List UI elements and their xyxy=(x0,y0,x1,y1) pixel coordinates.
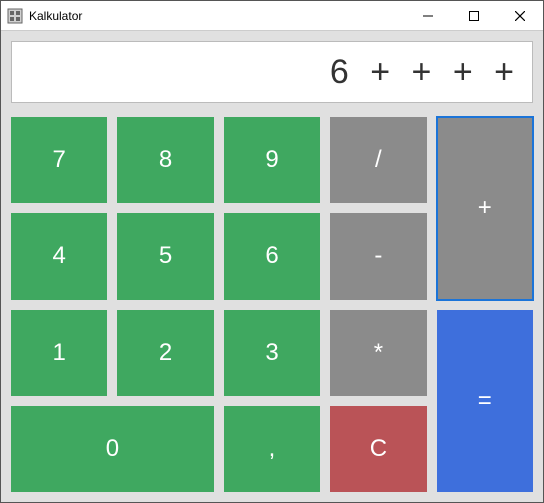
close-button[interactable] xyxy=(497,1,543,31)
digit-0-button[interactable]: 0 xyxy=(11,406,214,492)
comma-button[interactable]: , xyxy=(224,406,320,492)
minimize-button[interactable] xyxy=(405,1,451,31)
maximize-button[interactable] xyxy=(451,1,497,31)
window-title: Kalkulator xyxy=(29,9,82,23)
digit-7-button[interactable]: 7 xyxy=(11,117,107,203)
clear-button[interactable]: C xyxy=(330,406,426,492)
client-area: 6 + + + + 7 8 9 / + 4 5 6 - 1 2 3 * = 0 … xyxy=(1,31,543,502)
titlebar: Kalkulator xyxy=(1,1,543,31)
digit-3-button[interactable]: 3 xyxy=(224,310,320,396)
multiply-button[interactable]: * xyxy=(330,310,426,396)
display: 6 + + + + xyxy=(11,41,533,103)
button-grid: 7 8 9 / + 4 5 6 - 1 2 3 * = 0 , C xyxy=(11,117,533,492)
calculator-window: Kalkulator 6 + + + + 7 8 9 / + 4 5 6 - xyxy=(0,0,544,503)
divide-button[interactable]: / xyxy=(330,117,426,203)
digit-2-button[interactable]: 2 xyxy=(117,310,213,396)
digit-9-button[interactable]: 9 xyxy=(224,117,320,203)
digit-6-button[interactable]: 6 xyxy=(224,213,320,299)
app-icon xyxy=(7,8,23,24)
digit-1-button[interactable]: 1 xyxy=(11,310,107,396)
equals-button[interactable]: = xyxy=(437,310,533,493)
digit-8-button[interactable]: 8 xyxy=(117,117,213,203)
plus-button[interactable]: + xyxy=(437,117,533,300)
digit-4-button[interactable]: 4 xyxy=(11,213,107,299)
digit-5-button[interactable]: 5 xyxy=(117,213,213,299)
minus-button[interactable]: - xyxy=(330,213,426,299)
